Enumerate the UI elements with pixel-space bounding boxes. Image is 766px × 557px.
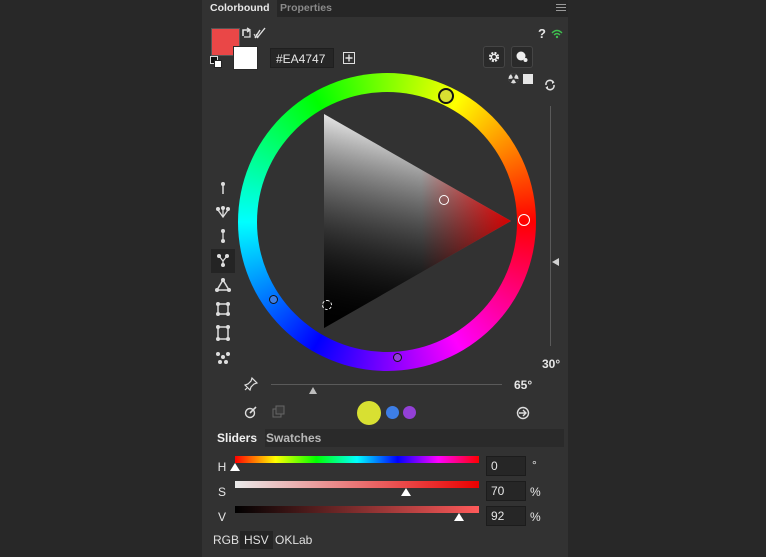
tab-sliders[interactable]: Sliders bbox=[209, 429, 266, 447]
add-swatch-icon[interactable] bbox=[343, 52, 355, 64]
value-slider-label: V bbox=[217, 510, 226, 524]
saturation-unit: % bbox=[530, 485, 541, 499]
panel-tab-bar: Colorbound Properties bbox=[202, 0, 568, 17]
value-unit: % bbox=[530, 510, 541, 524]
panel-menu-icon[interactable] bbox=[556, 4, 566, 13]
saturation-value-input[interactable]: 70 bbox=[486, 481, 526, 501]
tab-swatches[interactable]: Swatches bbox=[258, 429, 329, 447]
rotation-slider-handle[interactable] bbox=[552, 258, 559, 266]
section-tab-bar: Sliders Swatches bbox=[209, 429, 564, 447]
pin-icon[interactable] bbox=[244, 377, 258, 391]
harmony-complementary-icon[interactable] bbox=[215, 228, 231, 244]
copy-swatches-icon[interactable] bbox=[272, 405, 286, 419]
spread-slider-track[interactable] bbox=[271, 384, 502, 385]
wifi-icon bbox=[551, 29, 563, 39]
sv-marker[interactable] bbox=[439, 195, 449, 205]
rotation-label: 30° bbox=[542, 357, 561, 371]
tab-colorbound[interactable]: Colorbound bbox=[202, 0, 278, 17]
harmony-triad-icon[interactable] bbox=[215, 277, 231, 293]
harmony-marker-blue[interactable] bbox=[269, 295, 278, 304]
color-picker-button[interactable] bbox=[511, 46, 533, 68]
spread-label: 65° bbox=[514, 378, 533, 392]
mode-hsv[interactable]: HSV bbox=[240, 531, 273, 549]
harmony-marker-yellow[interactable] bbox=[438, 88, 454, 104]
hue-slider-handle[interactable] bbox=[230, 463, 240, 471]
hue-slider-label: H bbox=[217, 460, 227, 474]
background-color-swatch[interactable] bbox=[233, 46, 258, 70]
saturation-slider-label: S bbox=[217, 485, 226, 499]
rotation-slider-track[interactable] bbox=[550, 106, 551, 346]
harmony-split-icon[interactable] bbox=[215, 252, 231, 268]
harmony-analogous-icon[interactable] bbox=[215, 204, 231, 220]
mode-rgb[interactable]: RGB bbox=[209, 531, 243, 549]
harmony-marker-purple[interactable] bbox=[393, 353, 402, 362]
export-swatches-icon[interactable] bbox=[516, 406, 530, 420]
harmony-custom-icon[interactable] bbox=[215, 349, 231, 365]
harmony-square-icon[interactable] bbox=[215, 301, 231, 317]
harmony-swatch-3[interactable] bbox=[403, 406, 416, 419]
mode-oklab[interactable]: OKLab bbox=[271, 531, 316, 549]
settings-button[interactable] bbox=[483, 46, 505, 68]
spread-slider-handle[interactable] bbox=[308, 387, 317, 394]
gear-icon bbox=[488, 51, 500, 63]
tab-properties[interactable]: Properties bbox=[272, 0, 340, 17]
harmony-swatch-1[interactable] bbox=[357, 401, 381, 425]
sv-triangle[interactable] bbox=[238, 73, 536, 371]
hex-input[interactable]: #EA4747 bbox=[270, 48, 334, 68]
swap-colors-icon[interactable] bbox=[240, 26, 268, 40]
help-button[interactable]: ? bbox=[538, 26, 546, 41]
saturation-slider-track[interactable] bbox=[235, 481, 479, 488]
value-slider-track[interactable] bbox=[235, 506, 479, 513]
sv-marker-secondary[interactable] bbox=[322, 300, 332, 310]
color-dots-icon bbox=[516, 51, 528, 62]
eyedropper-icon[interactable] bbox=[244, 405, 258, 419]
hue-slider-track[interactable] bbox=[235, 456, 479, 463]
harmony-tetrad-icon[interactable] bbox=[215, 325, 231, 341]
hue-marker-primary[interactable] bbox=[518, 214, 530, 226]
harmony-mono-icon[interactable] bbox=[215, 180, 231, 196]
default-colors-icon[interactable] bbox=[210, 56, 222, 68]
value-value-input[interactable]: 92 bbox=[486, 506, 526, 526]
refresh-icon[interactable] bbox=[543, 78, 557, 92]
harmony-swatch-2[interactable] bbox=[386, 406, 399, 419]
saturation-slider-handle[interactable] bbox=[400, 488, 411, 496]
value-slider-handle[interactable] bbox=[454, 513, 465, 521]
hue-value-input[interactable]: 0 bbox=[486, 456, 526, 476]
hue-unit: ° bbox=[532, 458, 537, 472]
